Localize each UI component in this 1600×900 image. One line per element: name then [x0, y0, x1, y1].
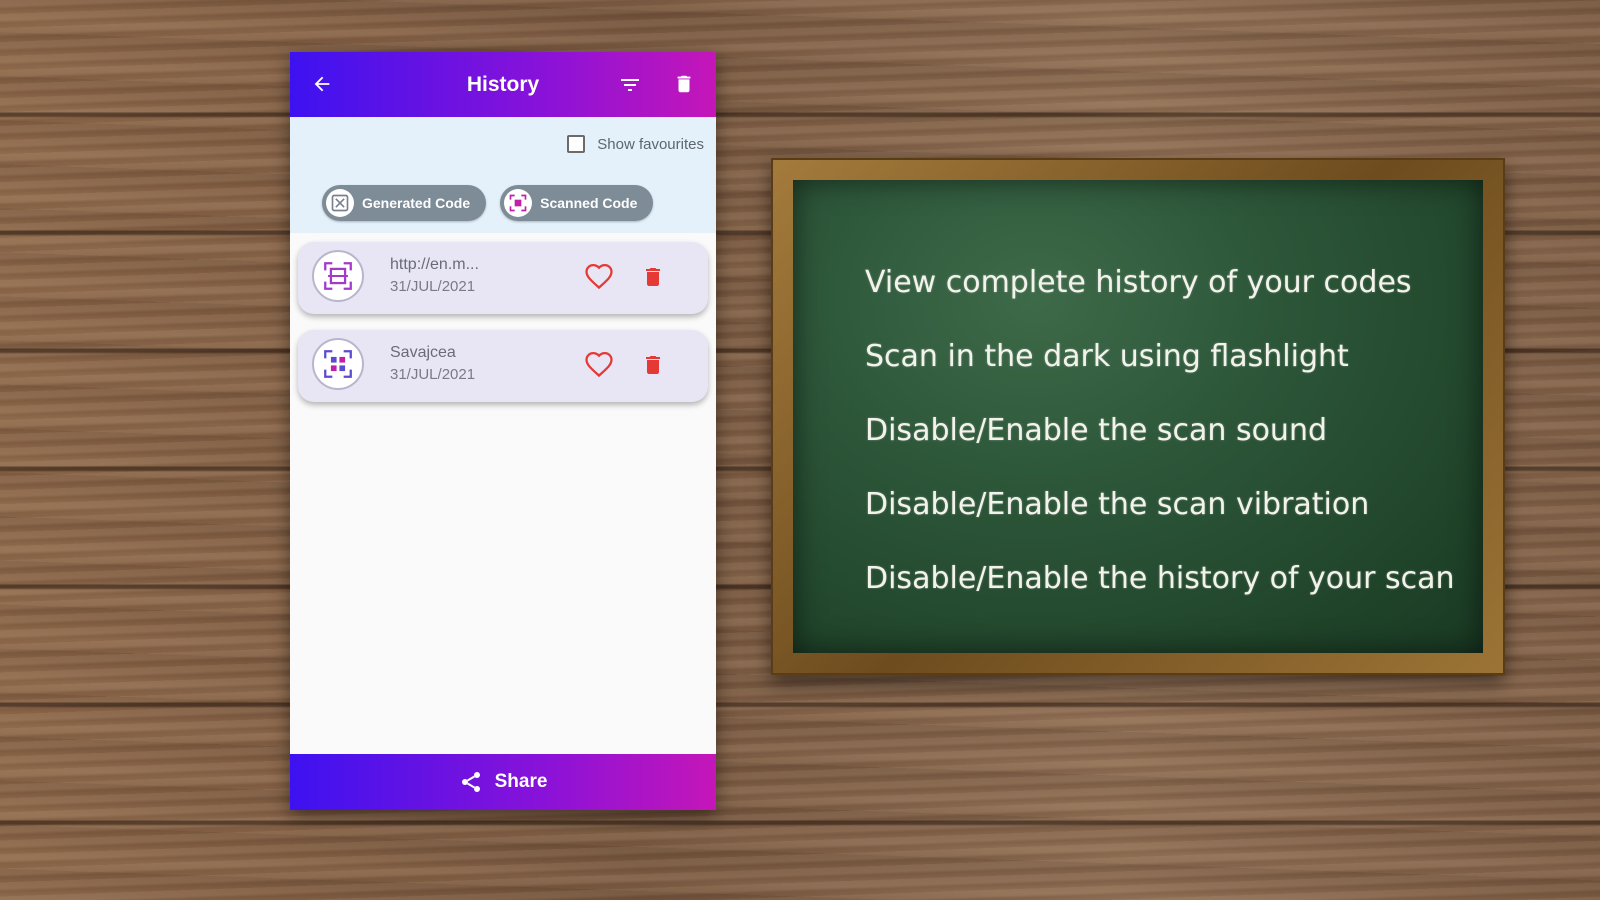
history-list: http://en.m... 31/JUL/2021 Savajcea 31/J…: [298, 242, 708, 418]
feature-item: Disable/Enable the scan vibration: [865, 487, 1370, 522]
show-favourites-label: Show favourites: [597, 135, 704, 153]
arrow-left-icon: [314, 76, 330, 92]
qr-frame-icon: [312, 250, 364, 302]
feature-item: Disable/Enable the scan sound: [865, 413, 1327, 448]
feature-item: Scan in the dark using flashlight: [865, 339, 1349, 374]
app-bar: History: [290, 52, 716, 117]
qr-scan-icon: [312, 338, 364, 390]
heart-icon: [585, 263, 613, 290]
generated-code-icon: [326, 189, 354, 217]
history-item[interactable]: http://en.m... 31/JUL/2021: [298, 242, 708, 314]
favourite-button[interactable]: [582, 260, 616, 294]
page-title: History: [466, 72, 540, 96]
chalkboard: View complete history of your codes Scan…: [793, 180, 1483, 653]
code-type-chips: Generated Code Scanned Code: [322, 185, 654, 221]
feature-item: View complete history of your codes: [865, 265, 1412, 300]
share-icon: [461, 772, 480, 792]
scanned-code-icon: [504, 189, 533, 217]
favourite-button[interactable]: [582, 348, 616, 382]
filter-icon: [621, 79, 639, 91]
heart-icon: [585, 351, 613, 378]
history-item-name: Savajcea: [390, 344, 456, 361]
filter-button[interactable]: [616, 71, 644, 99]
back-button[interactable]: [308, 70, 336, 98]
delete-item-button[interactable]: [638, 260, 668, 294]
trash-icon: [646, 356, 660, 374]
history-item-date: 31/JUL/2021: [390, 278, 476, 295]
trash-icon: [646, 268, 660, 286]
history-item[interactable]: Savajcea 31/JUL/2021: [298, 330, 708, 402]
history-item-text: Savajcea 31/JUL/2021: [390, 344, 475, 383]
trash-icon: [677, 75, 691, 93]
history-item-name: http://en.m...: [390, 256, 479, 273]
feature-list: View complete history of your codes Scan…: [865, 266, 1455, 636]
chip-scanned-code[interactable]: Scanned Code: [500, 185, 654, 221]
history-item-date: 31/JUL/2021: [390, 366, 476, 383]
share-label: Share: [494, 771, 548, 792]
chalkboard-frame: View complete history of your codes Scan…: [771, 158, 1505, 675]
chip-generated-code[interactable]: Generated Code: [322, 185, 487, 221]
phone-screen: History Show favourites Generated Code S…: [290, 52, 716, 810]
show-favourites-checkbox[interactable]: [567, 135, 586, 153]
history-item-text: http://en.m... 31/JUL/2021: [390, 256, 479, 295]
delete-item-button[interactable]: [638, 348, 668, 382]
delete-all-button[interactable]: [670, 70, 698, 98]
show-favourites-row[interactable]: Show favourites: [567, 135, 704, 153]
chip-scanned-code-label: Scanned Code: [540, 195, 638, 211]
chip-generated-code-label: Generated Code: [362, 195, 471, 211]
feature-item: Disable/Enable the history of your scan: [865, 561, 1455, 596]
share-button[interactable]: Share: [290, 754, 716, 810]
